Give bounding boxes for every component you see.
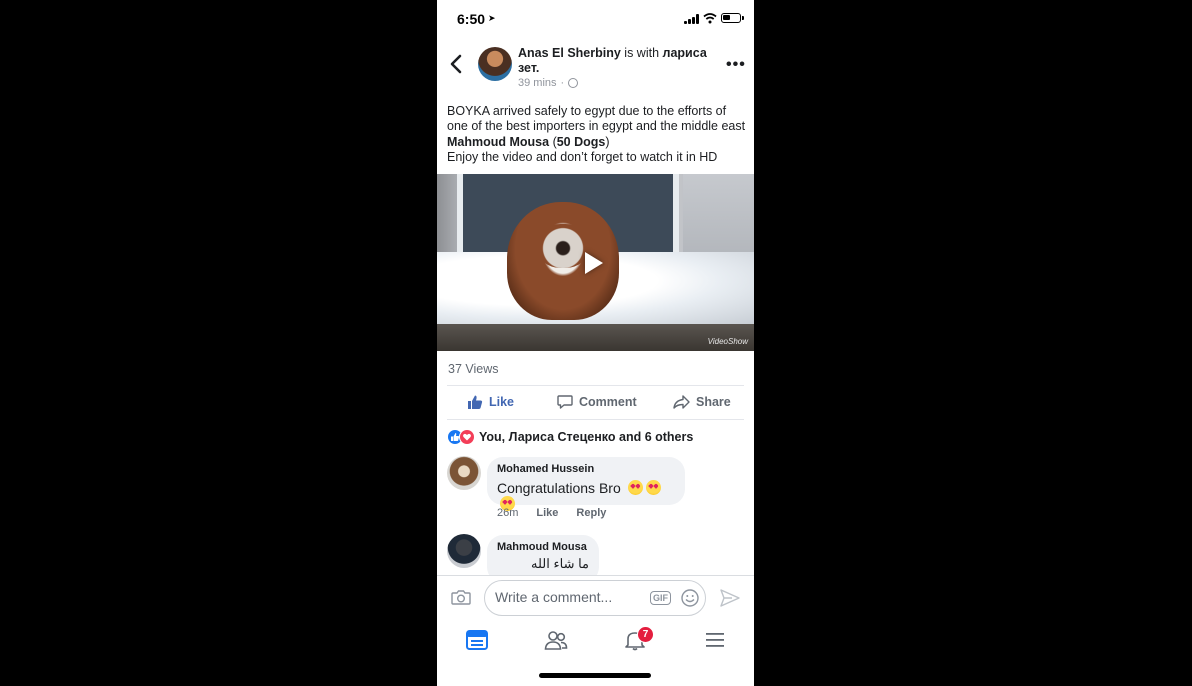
home-indicator[interactable] [539, 673, 651, 678]
cellular-signal-icon [684, 14, 701, 24]
mention-link[interactable]: Mahmoud Mousa [447, 135, 549, 149]
thumbs-up-icon [468, 395, 483, 409]
location-arrow-icon: ➤ [488, 13, 496, 23]
comment-bubble: Mohamed Hussein Congratulations Bro [487, 457, 685, 511]
send-icon[interactable] [720, 588, 740, 608]
comment-reply-link[interactable]: Reply [576, 507, 606, 519]
comment-text: ما شاء الله [531, 556, 589, 571]
post-meta: 39 mins · [518, 77, 579, 89]
phone-screen: 6:50 ➤ Anas El Sherbiny is with лариса з… [437, 0, 754, 686]
share-arrow-icon [673, 395, 690, 409]
post-text-line: Mahmoud Mousa (50 Dogs) [447, 134, 610, 149]
comment-input-container[interactable]: GIF [484, 580, 706, 616]
video-scene-ledge [437, 324, 754, 351]
comment-bubble-icon [557, 395, 573, 409]
meta-separator: · [560, 77, 565, 89]
like-label: Like [489, 395, 515, 409]
comment-meta: 26m Like Reply [497, 507, 606, 519]
battery-icon [721, 13, 744, 23]
status-time: 6:50 [457, 11, 486, 27]
post-actions: Like Comment Share [437, 386, 754, 419]
post-text-line: one of the best importers in egypt and t… [447, 119, 746, 134]
view-count: 37 Views [448, 362, 499, 376]
share-label: Share [696, 395, 731, 409]
video-watermark: VideoShow [707, 337, 748, 346]
back-chevron-icon[interactable] [449, 54, 465, 74]
notification-badge: 7 [637, 626, 654, 643]
comment-time: 26m [497, 507, 519, 519]
comment-label: Comment [579, 395, 637, 409]
share-button[interactable]: Share [673, 394, 731, 410]
divider [447, 419, 744, 420]
reactions-summary[interactable]: You, Лариса Стеценко and 6 others [447, 429, 693, 445]
author-avatar[interactable] [478, 47, 512, 81]
commenter-avatar[interactable] [447, 456, 481, 490]
like-button[interactable]: Like [467, 394, 514, 410]
more-options-icon[interactable]: ••• [726, 56, 746, 74]
wifi-icon [703, 13, 717, 24]
camera-icon[interactable] [451, 589, 471, 605]
author-name[interactable]: Anas El Sherbiny [518, 46, 621, 60]
video-scene-bulldog-face [537, 224, 589, 268]
comment-like-link[interactable]: Like [536, 507, 558, 519]
tagged-person[interactable]: лариса [663, 46, 707, 60]
comment-input[interactable] [495, 589, 635, 605]
globe-icon [568, 78, 579, 88]
news-feed-icon[interactable] [465, 629, 489, 651]
heart-eyes-emoji-icon [645, 480, 661, 495]
heart-eyes-emoji-icon [627, 480, 643, 495]
commenter-name[interactable]: Mahmoud Mousa [497, 541, 589, 553]
post-body: BOYKA arrived safely to egypt due to the… [447, 104, 749, 165]
play-icon[interactable] [585, 252, 603, 274]
love-reaction-icon [459, 429, 475, 445]
status-bar: 6:50 ➤ [437, 0, 754, 38]
commenter-avatar[interactable] [447, 534, 481, 568]
commenter-name[interactable]: Mohamed Hussein [497, 463, 675, 475]
post-header-title: Anas El Sherbiny is with лариса зет. [518, 46, 718, 76]
reactions-summary-text: You, Лариса Стеценко and 6 others [479, 430, 694, 444]
gif-button[interactable]: GIF [650, 591, 671, 605]
with-text: is with [624, 46, 660, 60]
comment-composer: GIF [437, 575, 754, 622]
comment-button[interactable]: Comment [557, 394, 637, 410]
menu-hamburger-icon[interactable] [703, 629, 727, 651]
post-time[interactable]: 39 mins [518, 77, 557, 89]
emoji-smile-icon[interactable] [681, 589, 699, 607]
friends-icon[interactable] [544, 629, 568, 651]
bottom-tab-bar: 7 [437, 621, 754, 661]
tagged-person-line2[interactable]: зет. [518, 61, 539, 75]
video-player[interactable]: VideoShow [437, 174, 754, 351]
page-mention-link[interactable]: 50 Dogs [557, 135, 606, 149]
post-text-line: Enjoy the video and don’t forget to watc… [447, 149, 718, 164]
post-text-line: BOYKA arrived safely to egypt due to the… [447, 104, 727, 118]
